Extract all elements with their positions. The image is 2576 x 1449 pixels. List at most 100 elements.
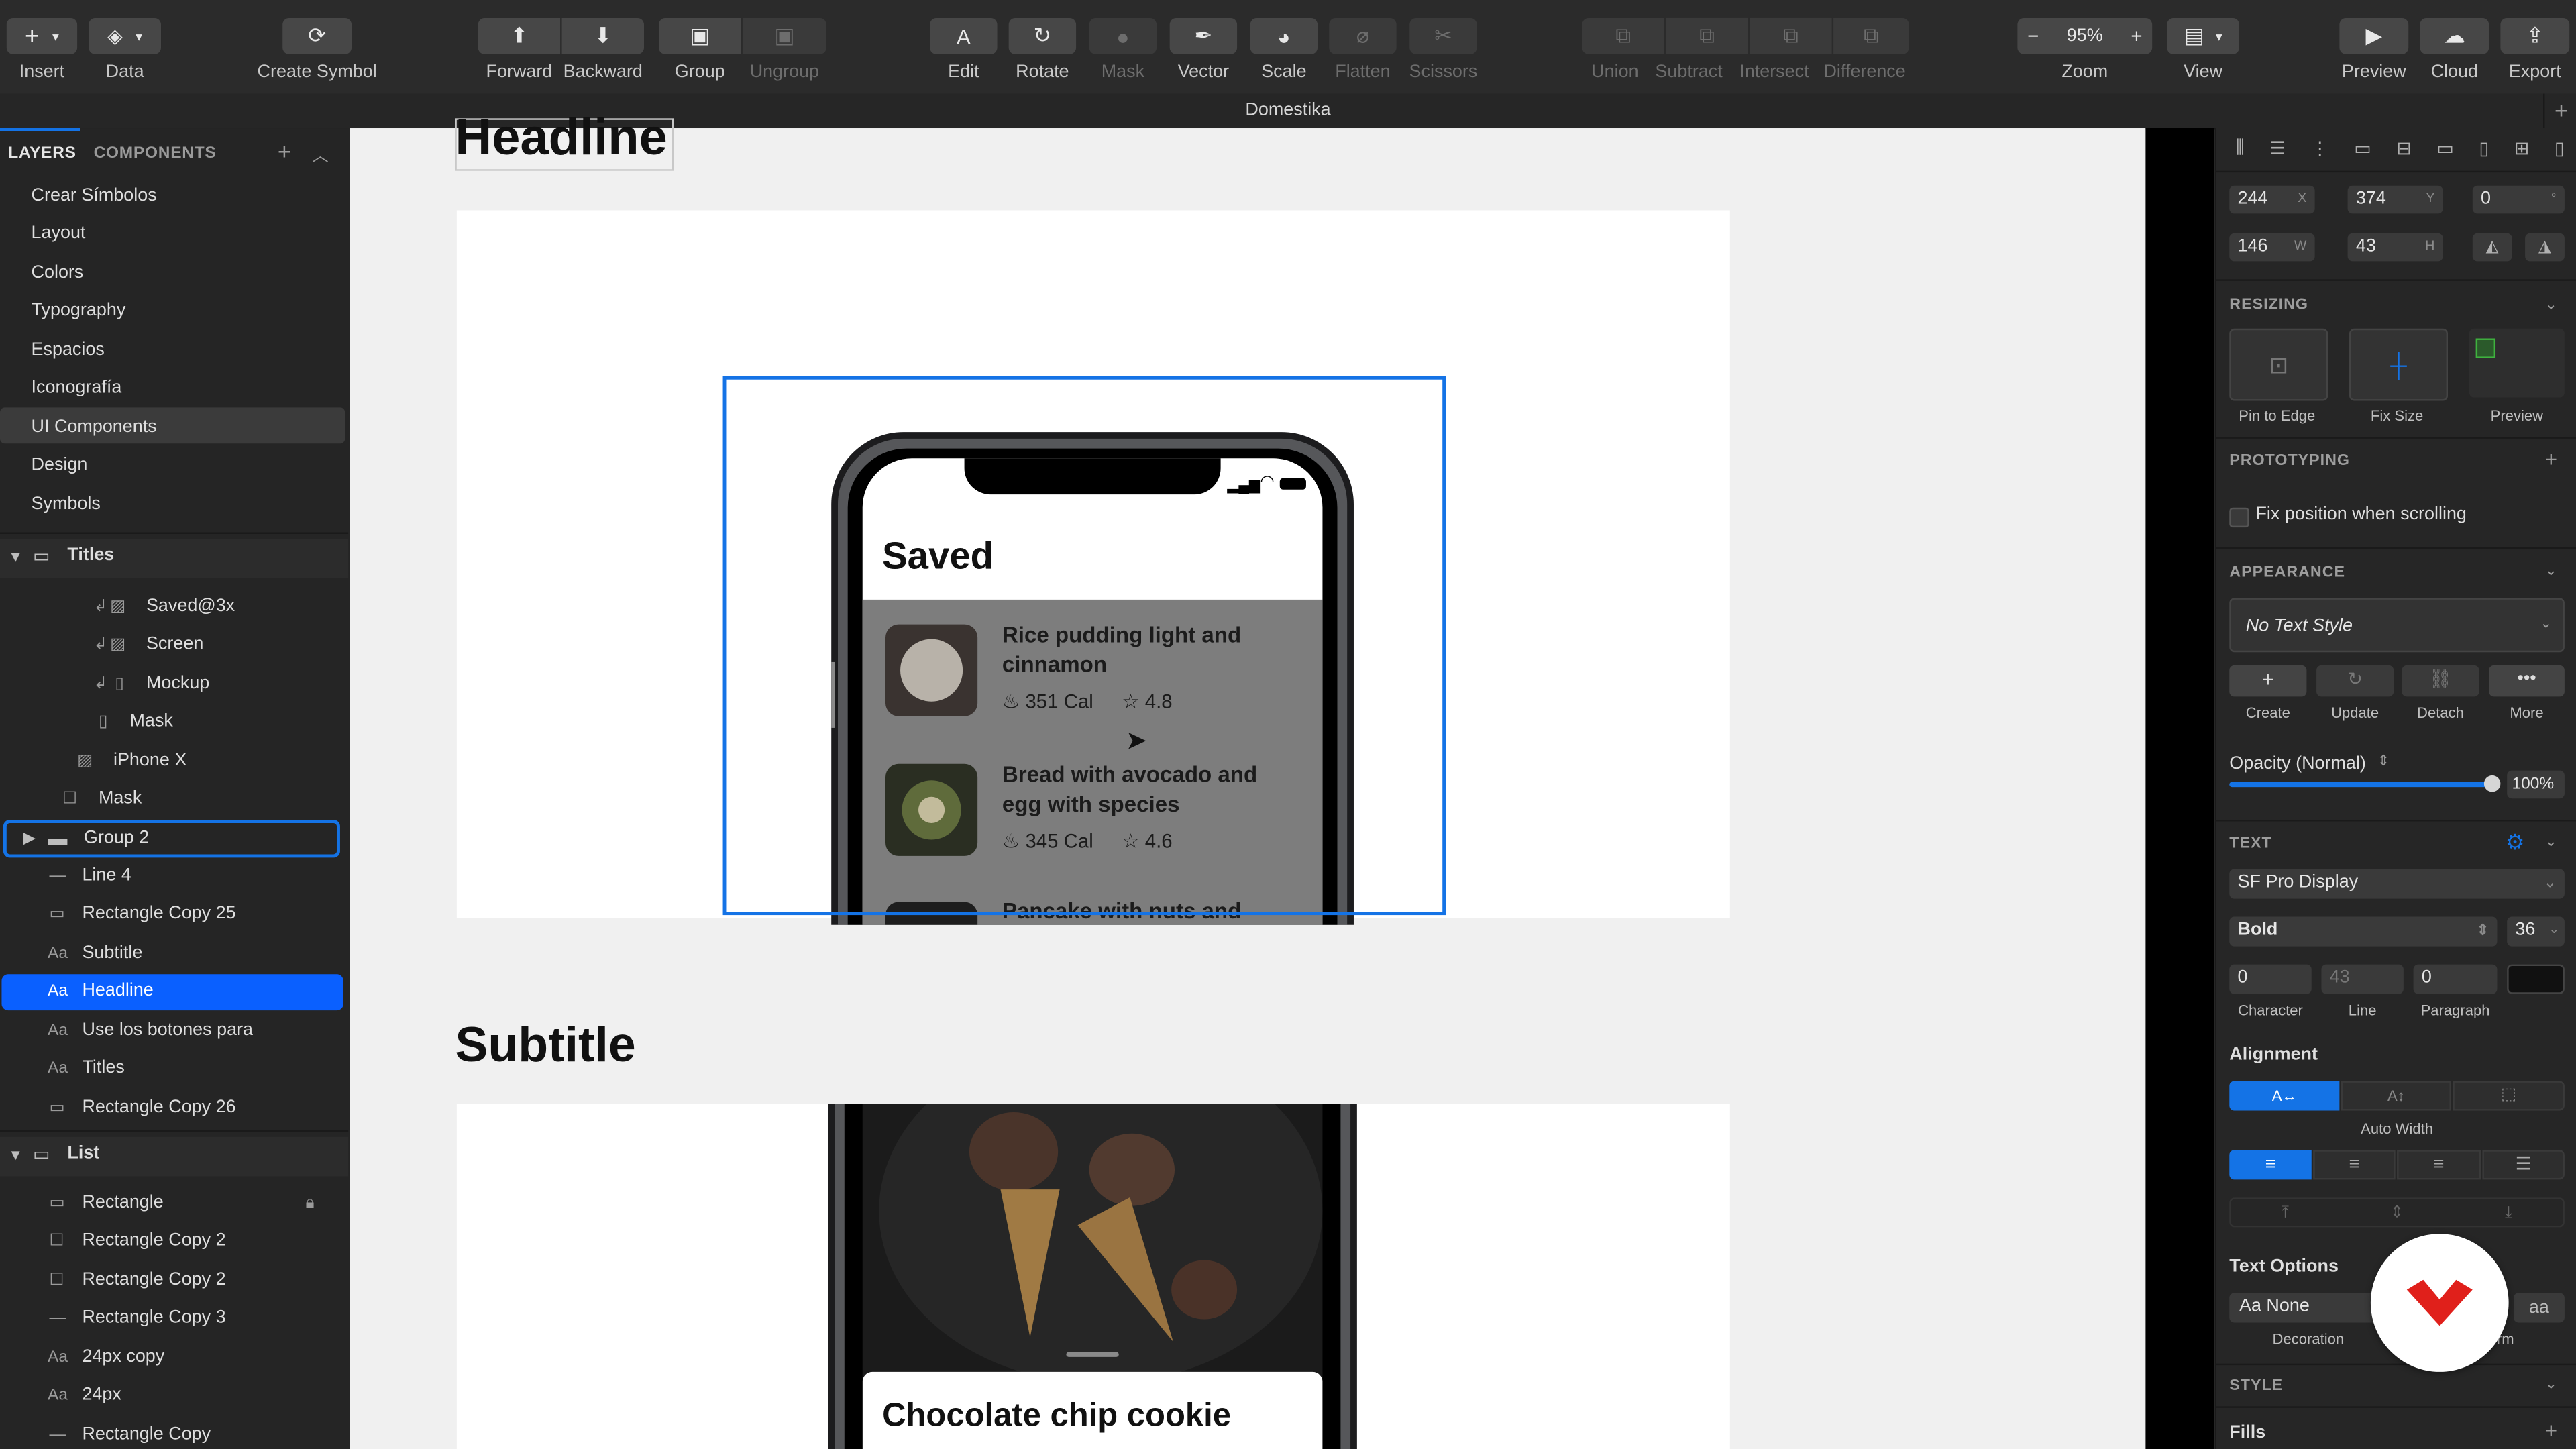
create-symbol-button[interactable]: ⟳: [282, 17, 352, 54]
page-item-selected[interactable]: UI Components: [32, 417, 157, 437]
create-style-button[interactable]: +: [2229, 665, 2307, 697]
plus-icon[interactable]: +: [2545, 447, 2558, 472]
ungroup-button[interactable]: ▣: [742, 17, 826, 54]
scale-button[interactable]: ◕: [1250, 17, 1318, 54]
page-item[interactable]: Layout: [32, 223, 86, 243]
blend-mode-stepper-icon[interactable]: ⇕: [2377, 753, 2390, 771]
scissors-button[interactable]: ✂: [1409, 17, 1477, 54]
union-button[interactable]: ⧉: [1582, 17, 1664, 54]
artboard-row-titles[interactable]: ▼ ▭ Titles: [0, 539, 349, 579]
align-top-icon[interactable]: ▭: [2354, 138, 2371, 161]
align-right-button[interactable]: ≡: [2397, 1150, 2481, 1180]
group-button[interactable]: ▣: [659, 17, 741, 54]
align-middle-icon[interactable]: ⊟: [2396, 138, 2412, 161]
rotate-button[interactable]: ↻: [1008, 17, 1077, 54]
align-text-bottom-icon[interactable]: ⤓: [2505, 1203, 2512, 1222]
more-options-icon[interactable]: ⋮: [2311, 138, 2329, 161]
align-center-button[interactable]: ≡: [2313, 1150, 2396, 1180]
layer-row[interactable]: ▭ Rectangle Copy 26: [0, 1091, 348, 1127]
mask-button[interactable]: ●: [1089, 17, 1157, 54]
forward-button[interactable]: ⬆: [478, 17, 561, 54]
chevron-down-icon[interactable]: ⌄: [2545, 562, 2557, 580]
layer-row[interactable]: ☐ Rectangle Copy 2: [0, 1224, 348, 1260]
text-style-picker[interactable]: No Text Style ⌄: [2229, 598, 2565, 653]
layer-row[interactable]: Aa Subtitle: [0, 936, 348, 973]
disclosure-open-icon[interactable]: ▼: [8, 549, 23, 565]
opacity-slider-knob[interactable]: [2483, 775, 2501, 792]
insert-button[interactable]: + ▾: [6, 17, 78, 54]
height-field[interactable]: 43 H: [2347, 233, 2443, 262]
cloud-button[interactable]: ☁: [2420, 17, 2489, 54]
layer-row[interactable]: Aa 24px: [0, 1379, 348, 1415]
add-fill-icon[interactable]: +: [2545, 1417, 2558, 1442]
page-item[interactable]: Symbols: [32, 494, 101, 514]
flatten-button[interactable]: ⌀: [1329, 17, 1397, 54]
width-field[interactable]: 146 W: [2229, 233, 2315, 262]
layer-row-highlighted[interactable]: ▶ ▬ Group 2: [3, 820, 340, 858]
layer-row[interactable]: ↲ ▯ Mockup: [0, 667, 348, 703]
page-item[interactable]: Iconografía: [32, 378, 122, 397]
tab-layers[interactable]: LAYERS: [8, 145, 76, 163]
flip-vertical-icon[interactable]: ◮: [2525, 233, 2565, 262]
difference-button[interactable]: ⧉: [1833, 17, 1909, 54]
align-text-middle-icon[interactable]: ⇕: [2390, 1203, 2404, 1222]
gear-icon[interactable]: ⚙: [2506, 830, 2525, 856]
justify-button[interactable]: ☰: [2482, 1150, 2565, 1180]
layer-row[interactable]: ↲ ▨ Screen: [0, 628, 348, 664]
fix-position-checkbox[interactable]: [2229, 507, 2249, 528]
lock-icon[interactable]: 🔒︎: [306, 1194, 315, 1212]
auto-width-button[interactable]: A↔: [2229, 1081, 2340, 1111]
flip-horizontal-icon[interactable]: ◭: [2472, 233, 2512, 262]
layer-row[interactable]: — Rectangle Copy 3: [0, 1301, 348, 1338]
font-weight-select[interactable]: Bold ⇕: [2229, 916, 2498, 947]
export-button[interactable]: ⇪: [2500, 17, 2570, 54]
collapse-pages-icon[interactable]: ︿: [312, 142, 328, 166]
character-spacing-field[interactable]: 0: [2229, 964, 2312, 994]
zoom-in-icon[interactable]: +: [2131, 25, 2142, 48]
page-item[interactable]: Colors: [32, 263, 84, 282]
align-right-icon[interactable]: ▯: [2555, 138, 2565, 161]
headline-text[interactable]: Headline: [455, 109, 667, 168]
add-tab-button[interactable]: +: [2543, 93, 2576, 129]
distribute-h-icon[interactable]: ⫼: [2236, 138, 2244, 161]
align-left-button[interactable]: ≡: [2229, 1150, 2312, 1180]
layer-row[interactable]: ☐ Rectangle Copy 2: [0, 1263, 348, 1299]
pin-to-edge-widget[interactable]: ⊡: [2229, 328, 2328, 401]
line-height-field[interactable]: 43: [2321, 964, 2404, 994]
layer-row[interactable]: ▭ Rectangle Copy 25: [0, 897, 348, 933]
chevron-down-icon[interactable]: ⌄: [2545, 296, 2557, 314]
layer-row[interactable]: ▭ Rectangle 🔒︎: [0, 1186, 348, 1222]
align-center-icon[interactable]: ⊞: [2514, 138, 2530, 161]
font-family-select[interactable]: SF Pro Display ⌄: [2229, 869, 2565, 899]
opacity-slider-track[interactable]: [2229, 775, 2501, 792]
layer-row[interactable]: — Line 4: [0, 859, 348, 896]
layer-row[interactable]: Aa Titles: [0, 1051, 348, 1087]
align-left-icon[interactable]: ▯: [2479, 138, 2489, 161]
artboard-row-list[interactable]: ▼ ▭ List: [0, 1136, 349, 1177]
decoration-select[interactable]: Aa None: [2229, 1293, 2387, 1323]
layer-row[interactable]: ☐ Mask: [0, 782, 348, 818]
chevron-down-icon[interactable]: ⌄: [2545, 1375, 2557, 1393]
design-canvas[interactable]: Headline ▂▄▆ ◠ Saved Rice pudding light …: [350, 109, 2146, 1449]
preview-button[interactable]: ▶: [2339, 17, 2409, 54]
disclosure-closed-icon[interactable]: ▶: [23, 830, 36, 848]
y-field[interactable]: 374 Y: [2347, 185, 2443, 214]
backward-button[interactable]: ⬇: [561, 17, 645, 54]
subtract-button[interactable]: ⧉: [1666, 17, 1748, 54]
rotation-field[interactable]: 0 °: [2472, 185, 2565, 214]
edit-button[interactable]: A: [930, 17, 998, 54]
layer-row[interactable]: ↲ ▨ Saved@3x: [0, 590, 348, 626]
align-text-top-icon[interactable]: ⤒: [2282, 1203, 2289, 1222]
iphone-mockup[interactable]: Chocolate chip cookie: [828, 1104, 1357, 1449]
chevron-down-icon[interactable]: ⌄: [2545, 833, 2557, 851]
tab-components[interactable]: COMPONENTS: [94, 145, 217, 163]
page-item[interactable]: Espacios: [32, 340, 105, 360]
subtitle-text[interactable]: Subtitle: [455, 1018, 635, 1074]
fix-size-widget[interactable]: ┼: [2349, 328, 2449, 401]
layer-row[interactable]: — Rectangle Copy: [0, 1417, 348, 1449]
font-size-field[interactable]: 36 ⌄: [2507, 916, 2565, 947]
align-bottom-icon[interactable]: ▭: [2436, 138, 2453, 161]
disclosure-open-icon[interactable]: ▼: [8, 1146, 23, 1163]
layer-row[interactable]: ▯ Mask: [0, 705, 348, 741]
zoom-control[interactable]: − 95% +: [2017, 17, 2153, 54]
